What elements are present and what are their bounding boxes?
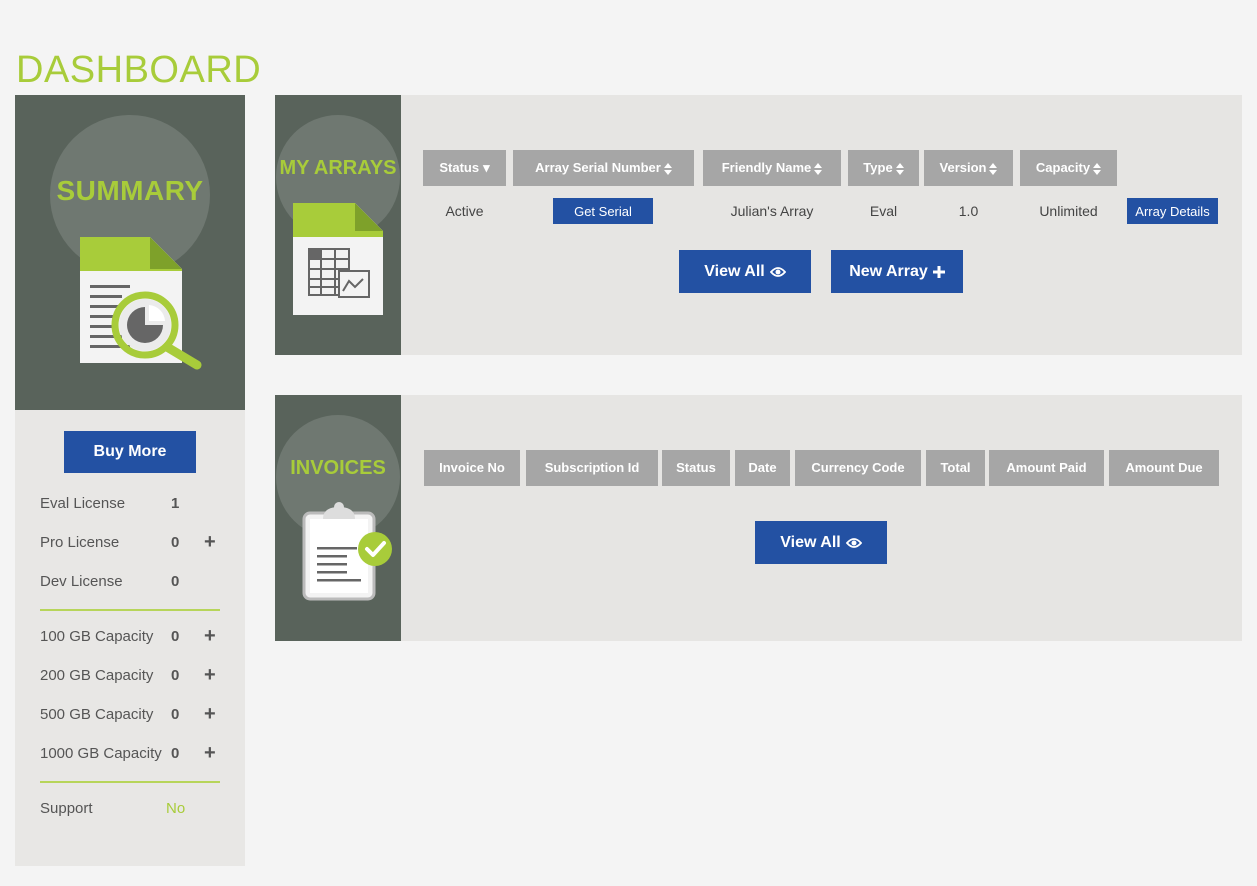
get-serial-button[interactable]: Get Serial: [553, 198, 653, 224]
capacity-row-1000: 1000 GB Capacity 0 +: [40, 742, 230, 765]
col-header-label: Type: [863, 160, 893, 175]
capacity-label: 500 GB Capacity: [40, 706, 154, 723]
array-version-cell: 1.0: [958, 203, 979, 219]
invoices-col-invoice-no[interactable]: Invoice No: [424, 450, 520, 486]
add-pro-license-button[interactable]: +: [204, 531, 216, 554]
array-status-cell: Active: [445, 203, 484, 219]
divider: [40, 609, 220, 611]
license-count: 0: [171, 573, 180, 590]
summary-header: SUMMARY: [15, 95, 245, 410]
summary-title: SUMMARY: [56, 175, 204, 206]
support-value: No: [166, 800, 186, 817]
arrays-col-status[interactable]: Status ▾: [423, 150, 506, 186]
capacity-row-500: 500 GB Capacity 0 +: [40, 703, 230, 726]
spreadsheet-icon: [293, 203, 383, 315]
invoices-view-all-button[interactable]: View All: [755, 521, 887, 564]
clipboard-check-icon: [302, 502, 392, 601]
arrays-view-all-button[interactable]: View All: [679, 250, 811, 293]
button-label: View All: [704, 262, 765, 280]
sort-icon: [663, 162, 672, 175]
array-type-cell: Eval: [869, 203, 898, 219]
invoices-col-total[interactable]: Total: [926, 450, 985, 486]
support-row: Support No: [40, 800, 230, 820]
summary-panel: SUMMARY Buy More Eval License 1 Pro Lice…: [15, 95, 245, 866]
add-capacity-button[interactable]: +: [204, 625, 216, 648]
capacity-label: 200 GB Capacity: [40, 667, 154, 684]
invoices-col-amount-paid[interactable]: Amount Paid: [989, 450, 1104, 486]
arrays-title: MY ARRAYS: [279, 157, 397, 179]
arrays-col-serial[interactable]: Array Serial Number: [513, 150, 694, 186]
new-array-button[interactable]: New Array: [831, 250, 963, 293]
arrays-col-version[interactable]: Version: [924, 150, 1013, 186]
sort-icon: [989, 162, 998, 175]
invoices-col-amount-due[interactable]: Amount Due: [1109, 450, 1219, 486]
license-count: 0: [171, 534, 180, 551]
sort-icon: [895, 162, 904, 175]
sort-icon: [1093, 162, 1102, 175]
sort-desc-icon: ▾: [483, 160, 490, 175]
button-label: New Array: [849, 262, 928, 280]
sort-icon: [814, 162, 823, 175]
invoices-col-currency-code[interactable]: Currency Code: [795, 450, 921, 486]
plus-icon: [932, 265, 945, 278]
col-header-label: Array Serial Number: [535, 160, 661, 175]
arrays-panel: MY ARRAYS Status ▾ Array Serial Number Fr: [275, 95, 1242, 355]
eye-icon: [845, 537, 862, 548]
col-header-label: Capacity: [1035, 160, 1091, 175]
license-label: Pro License: [40, 534, 120, 551]
license-row-dev: Dev License 0: [40, 573, 230, 593]
arrays-panel-side: MY ARRAYS: [275, 95, 401, 355]
invoices-title: INVOICES: [290, 457, 386, 479]
button-label: View All: [780, 533, 841, 551]
invoices-col-date[interactable]: Date: [735, 450, 790, 486]
capacity-label: 1000 GB Capacity: [40, 745, 162, 762]
array-friendly-name-cell: Julian's Array: [730, 203, 814, 219]
report-magnifier-icon: [80, 237, 202, 370]
support-label: Support: [40, 800, 93, 817]
license-count: 1: [171, 495, 180, 512]
buy-more-button[interactable]: Buy More: [64, 431, 196, 473]
invoices-panel-side: INVOICES: [275, 395, 401, 641]
col-header-label: Friendly Name: [721, 160, 812, 175]
array-capacity-cell: Unlimited: [1039, 203, 1098, 219]
license-label: Eval License: [40, 495, 126, 512]
arrays-col-capacity[interactable]: Capacity: [1020, 150, 1117, 186]
invoices-col-status[interactable]: Status: [662, 450, 730, 486]
arrays-col-type[interactable]: Type: [848, 150, 919, 186]
page-title: DASHBOARD: [16, 49, 262, 92]
invoices-col-subscription-id[interactable]: Subscription Id: [526, 450, 658, 486]
invoices-panel: INVOICES Invoice No Subscription Id Stat…: [275, 395, 1242, 641]
col-header-label: Version: [939, 160, 987, 175]
license-row-eval: Eval License 1: [40, 495, 230, 515]
capacity-count: 0: [171, 745, 180, 762]
add-capacity-button[interactable]: +: [204, 664, 216, 687]
add-capacity-button[interactable]: +: [204, 703, 216, 726]
license-row-pro: Pro License 0 +: [40, 531, 230, 554]
eye-icon: [769, 266, 786, 277]
arrays-col-friendly-name[interactable]: Friendly Name: [703, 150, 841, 186]
capacity-row-100: 100 GB Capacity 0 +: [40, 625, 230, 648]
col-header-label: Status: [439, 160, 480, 175]
capacity-count: 0: [171, 706, 180, 723]
add-capacity-button[interactable]: +: [204, 742, 216, 765]
capacity-count: 0: [171, 667, 180, 684]
array-details-button[interactable]: Array Details: [1127, 198, 1218, 224]
divider: [40, 781, 220, 783]
capacity-count: 0: [171, 628, 180, 645]
license-label: Dev License: [40, 573, 123, 590]
capacity-label: 100 GB Capacity: [40, 628, 154, 645]
capacity-row-200: 200 GB Capacity 0 +: [40, 664, 230, 687]
